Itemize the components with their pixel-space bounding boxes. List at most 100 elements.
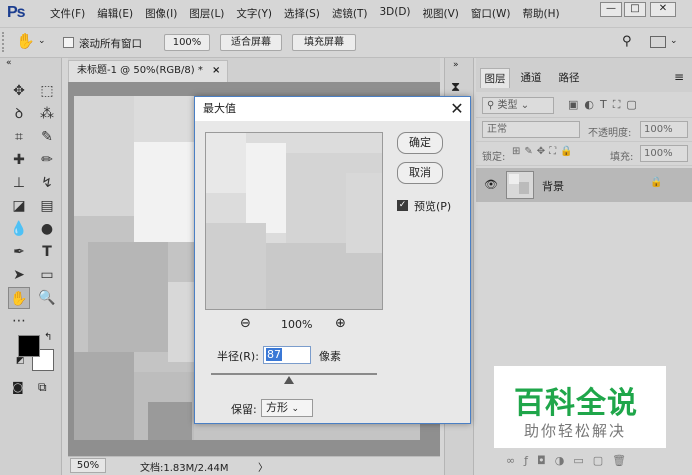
menu-filter[interactable]: 滤镜(T) <box>326 6 374 21</box>
grip-handle[interactable] <box>2 32 8 52</box>
lock-label: 锁定: <box>482 152 506 163</box>
more-tools-icon[interactable]: ⋯ <box>8 310 30 332</box>
path-select-tool-icon[interactable]: ➤ <box>8 264 30 286</box>
lock-icons[interactable]: ⊞✎✥⛶🔒 <box>512 146 577 157</box>
restore-button[interactable]: □ <box>624 2 646 17</box>
expand-panels-icon[interactable]: » <box>453 60 459 70</box>
radius-slider-track[interactable] <box>211 373 377 375</box>
layer-lock-icon: 🔒 <box>650 177 663 188</box>
zoom-in-icon[interactable]: ⊕ <box>335 316 346 331</box>
shape-tool-icon[interactable]: ▭ <box>36 264 58 286</box>
status-menu-arrow-icon[interactable]: 〉 <box>258 459 268 474</box>
fill-field[interactable]: 100% <box>640 145 688 162</box>
dodge-tool-icon[interactable]: ● <box>36 218 58 240</box>
collapse-icon[interactable]: « <box>6 58 12 68</box>
layer-row-background[interactable]: 👁 背景 🔒 <box>476 168 692 202</box>
pen-tool-icon[interactable]: ✒ <box>8 241 30 263</box>
history-panel-icon[interactable]: ⧗ <box>451 80 460 95</box>
tab-channels[interactable]: 通道 <box>514 68 548 88</box>
radius-slider-thumb[interactable] <box>284 376 294 384</box>
type-tool-icon[interactable]: T <box>36 241 58 263</box>
layer-thumbnail <box>506 171 534 199</box>
menu-type[interactable]: 文字(Y) <box>230 6 278 21</box>
dialog-close-icon[interactable]: ✕ <box>447 99 467 119</box>
menu-layer[interactable]: 图层(L) <box>183 6 230 21</box>
screen-mode-icon[interactable]: ⧉ <box>38 380 47 395</box>
quick-mask-icon[interactable]: ◙ <box>12 380 24 394</box>
menu-window[interactable]: 窗口(W) <box>465 6 517 21</box>
visibility-eye-icon[interactable]: 👁 <box>484 178 498 191</box>
cancel-button[interactable]: 取消 <box>397 162 443 184</box>
blend-mode-select[interactable]: 正常 <box>482 121 580 138</box>
tab-paths[interactable]: 路径 <box>552 68 586 88</box>
filter-preview[interactable] <box>205 132 383 310</box>
status-zoom[interactable]: 50% <box>70 458 106 473</box>
keep-select[interactable]: 方形 ⌄ <box>261 399 313 417</box>
magic-wand-tool-icon[interactable]: ⁂ <box>36 103 58 125</box>
eyedropper-tool-icon[interactable]: ✎ <box>36 126 58 148</box>
status-doc-size: 文档:1.83M/2.44M <box>140 463 229 474</box>
minimize-button[interactable]: — <box>600 2 622 17</box>
chevron-down-icon[interactable]: ⌄ <box>38 36 46 46</box>
stamp-tool-icon[interactable]: ⊥ <box>8 172 30 194</box>
hand-tool-button-icon[interactable]: ✋ <box>8 287 30 309</box>
preview-checkbox[interactable]: ✓ <box>397 200 408 211</box>
menu-bar: Ps 文件(F) 编辑(E) 图像(I) 图层(L) 文字(Y) 选择(S) 滤… <box>0 0 692 28</box>
zoom-100-button[interactable]: 100% <box>164 34 210 51</box>
lasso-tool-icon[interactable]: ꝺ <box>8 103 30 125</box>
document-tab-title: 未标题-1 @ 50%(RGB/8) * <box>77 65 203 76</box>
watermark-subtitle: 助你轻松解决 <box>524 422 627 440</box>
move-tool-icon[interactable]: ✥ <box>8 80 30 102</box>
healing-tool-icon[interactable]: ✚ <box>8 149 30 171</box>
workspace-icon[interactable] <box>650 36 666 48</box>
kind-filter-select[interactable]: ⚲ 类型 ⌄ <box>482 97 554 114</box>
panel-menu-icon[interactable]: ≡ <box>674 70 684 84</box>
menu-file[interactable]: 文件(F) <box>44 6 91 21</box>
photoshop-logo: Ps <box>7 4 26 21</box>
radius-label: 半径(R): <box>217 350 259 363</box>
chevron-down-icon: ⌄ <box>291 404 300 414</box>
brush-tool-icon[interactable]: ✏ <box>36 149 58 171</box>
menu-edit[interactable]: 编辑(E) <box>91 6 139 21</box>
eraser-tool-icon[interactable]: ◪ <box>8 195 30 217</box>
fill-label: 填充: <box>610 152 634 163</box>
search-icon[interactable]: ⚲ <box>622 34 632 49</box>
fit-screen-button[interactable]: 适合屏幕 <box>220 34 282 51</box>
watermark: 百科全说 助你轻松解决 <box>494 366 666 448</box>
empty-slot <box>36 310 58 332</box>
radius-value: 87 <box>266 348 282 361</box>
filter-icons[interactable]: ▣◐T⛶▢ <box>568 98 643 112</box>
ok-button[interactable]: 确定 <box>397 132 443 154</box>
menu-image[interactable]: 图像(I) <box>139 6 183 21</box>
tab-layers[interactable]: 图层 <box>480 68 510 88</box>
preview-zoom-level: 100% <box>281 318 313 331</box>
document-tab[interactable]: 未标题-1 @ 50%(RGB/8) * × <box>68 60 228 82</box>
dialog-title: 最大值 <box>195 97 470 121</box>
options-bar: ✋ ⌄ 滚动所有窗口 100% 适合屏幕 填充屏幕 ⚲ ⌄ <box>0 28 692 58</box>
crop-tool-icon[interactable]: ⌗ <box>8 126 30 148</box>
scroll-all-checkbox[interactable] <box>63 37 74 48</box>
zoom-tool-icon[interactable]: 🔍 <box>36 287 58 309</box>
swap-colors-icon[interactable]: ↰ <box>44 332 52 343</box>
close-tab-icon[interactable]: × <box>212 65 220 76</box>
kind-filter-label: 类型 <box>497 100 518 111</box>
menu-3d[interactable]: 3D(D) <box>373 6 416 21</box>
zoom-out-icon[interactable]: ⊖ <box>240 316 251 331</box>
menu-view[interactable]: 视图(V) <box>417 6 465 21</box>
marquee-tool-icon[interactable]: ⬚ <box>36 80 58 102</box>
layers-footer-icons[interactable]: ∞ƒ◘◑▭▢🗑 <box>506 454 635 467</box>
close-window-button[interactable]: ✕ <box>650 2 676 17</box>
default-colors-icon[interactable]: ◩ <box>16 356 25 366</box>
fill-screen-button[interactable]: 填充屏幕 <box>292 34 356 51</box>
history-brush-tool-icon[interactable]: ↯ <box>36 172 58 194</box>
hand-tool-icon: ✋ <box>16 32 35 50</box>
foreground-color-overlay <box>18 335 40 357</box>
menu-select[interactable]: 选择(S) <box>278 6 326 21</box>
menu-help[interactable]: 帮助(H) <box>517 6 566 21</box>
opacity-label: 不透明度: <box>588 128 632 139</box>
workspace-chevron-icon[interactable]: ⌄ <box>670 36 678 46</box>
gradient-tool-icon[interactable]: ▤ <box>36 195 58 217</box>
blur-tool-icon[interactable]: 💧 <box>8 218 30 240</box>
opacity-field[interactable]: 100% <box>640 121 688 138</box>
radius-input[interactable]: 87 <box>263 346 311 364</box>
